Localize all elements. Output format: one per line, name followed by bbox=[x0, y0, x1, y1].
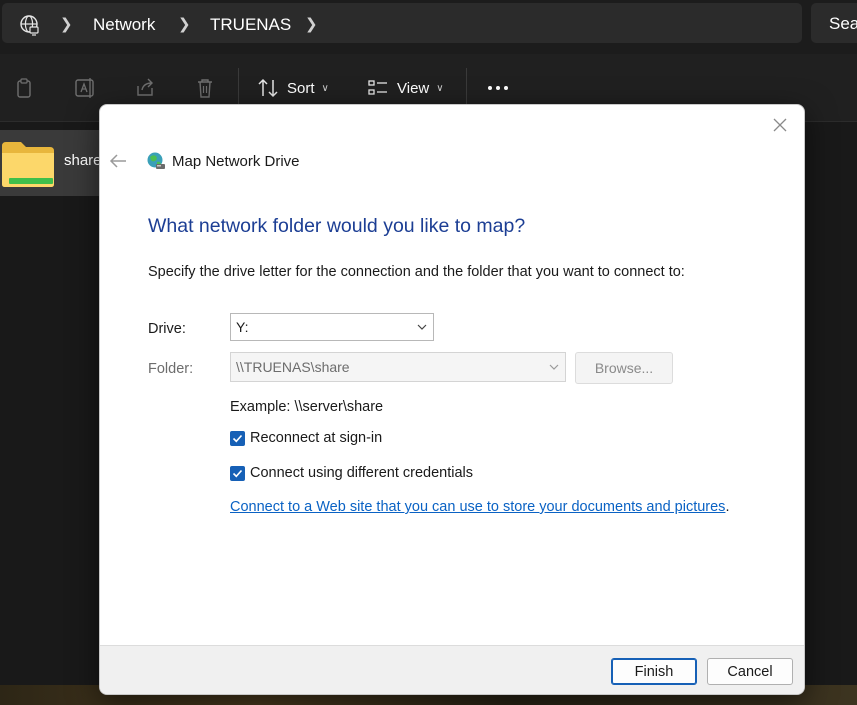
dialog-instruction: Specify the drive letter for the connect… bbox=[148, 264, 685, 280]
chevron-down-icon bbox=[417, 324, 427, 330]
link-period: . bbox=[725, 499, 730, 515]
browse-button[interactable]: Browse... bbox=[575, 352, 673, 384]
example-text: Example: \\server\share bbox=[230, 399, 384, 415]
copy-icon[interactable] bbox=[13, 76, 37, 100]
checkmark-icon bbox=[232, 434, 243, 442]
chevron-down-icon: ∨ bbox=[321, 82, 329, 94]
credentials-checkbox[interactable] bbox=[230, 465, 245, 481]
folder-combobox[interactable]: \\TRUENAS\share bbox=[230, 352, 566, 382]
reconnect-checkbox-row[interactable]: Reconnect at sign-in bbox=[230, 430, 382, 446]
view-label: View bbox=[397, 79, 430, 97]
delete-icon[interactable] bbox=[193, 76, 217, 100]
dialog-heading: What network folder would you like to ma… bbox=[148, 215, 526, 237]
more-icon[interactable] bbox=[486, 76, 510, 100]
chevron-down-icon bbox=[549, 364, 559, 370]
address-box[interactable]: ❯ Network ❯ TRUENAS ❯ bbox=[2, 3, 802, 43]
share-icon[interactable] bbox=[133, 76, 157, 100]
view-button[interactable]: View ∨ bbox=[367, 74, 444, 102]
reconnect-label: Reconnect at sign-in bbox=[250, 430, 383, 446]
network-drive-icon bbox=[147, 152, 165, 169]
drive-select[interactable]: Y: bbox=[230, 313, 434, 341]
drive-value: Y: bbox=[236, 319, 249, 335]
folder-icon bbox=[2, 142, 54, 187]
chevron-down-icon: ∨ bbox=[436, 82, 444, 94]
reconnect-checkbox[interactable] bbox=[230, 430, 245, 446]
dialog-footer: Finish Cancel bbox=[100, 645, 804, 694]
credentials-checkbox-row[interactable]: Connect using different credentials bbox=[230, 465, 473, 481]
back-arrow-icon[interactable] bbox=[108, 151, 128, 171]
address-bar: ❯ Network ❯ TRUENAS ❯ Sea bbox=[0, 0, 857, 46]
chevron-right-icon[interactable]: ❯ bbox=[305, 15, 318, 33]
view-icon bbox=[368, 80, 387, 95]
web-site-link-row: Connect to a Web site that you can use t… bbox=[230, 499, 729, 515]
list-item[interactable]: share bbox=[0, 130, 102, 196]
rename-icon[interactable] bbox=[73, 76, 97, 100]
map-network-drive-dialog: Map Network Drive What network folder wo… bbox=[99, 104, 805, 695]
file-name: share bbox=[64, 152, 102, 169]
search-input[interactable]: Sea bbox=[811, 3, 857, 43]
drive-label: Drive: bbox=[148, 321, 186, 337]
breadcrumb-network[interactable]: Network bbox=[93, 15, 155, 35]
folder-value: \\TRUENAS\share bbox=[236, 359, 350, 375]
credentials-label: Connect using different credentials bbox=[250, 465, 474, 481]
globe-icon bbox=[20, 15, 39, 36]
chevron-right-icon[interactable]: ❯ bbox=[60, 15, 73, 33]
search-placeholder: Sea bbox=[829, 14, 857, 33]
close-icon bbox=[773, 118, 787, 132]
sort-label: Sort bbox=[287, 79, 315, 97]
dialog-title: Map Network Drive bbox=[172, 153, 300, 170]
finish-button[interactable]: Finish bbox=[611, 658, 697, 685]
breadcrumb-truenas[interactable]: TRUENAS bbox=[210, 15, 291, 35]
cancel-button[interactable]: Cancel bbox=[707, 658, 793, 685]
sort-button[interactable]: Sort ∨ bbox=[257, 74, 329, 102]
checkmark-icon bbox=[232, 469, 243, 477]
sort-icon bbox=[258, 78, 278, 98]
web-site-link[interactable]: Connect to a Web site that you can use t… bbox=[230, 499, 725, 515]
close-button[interactable] bbox=[768, 113, 792, 137]
chevron-right-icon[interactable]: ❯ bbox=[178, 15, 191, 33]
folder-label: Folder: bbox=[148, 361, 194, 377]
